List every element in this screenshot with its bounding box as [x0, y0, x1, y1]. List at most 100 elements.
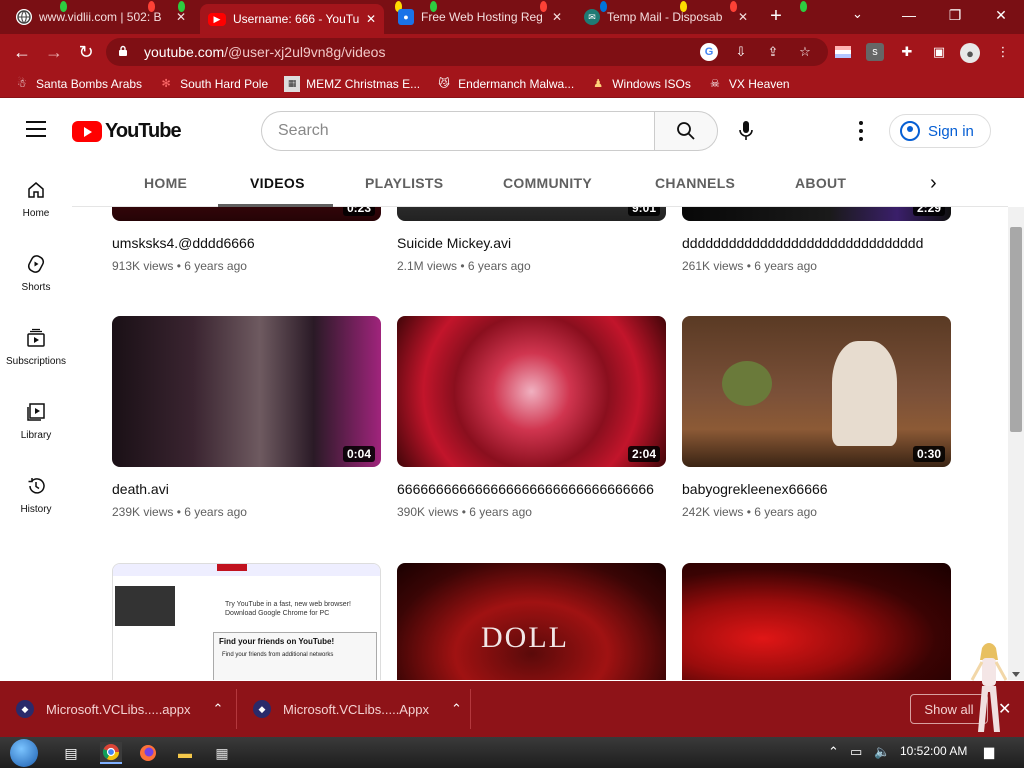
tab-playlists[interactable]: PLAYLISTS: [365, 175, 443, 191]
restore-button[interactable]: ❐: [932, 0, 978, 30]
video-card[interactable]: 0:30 babyogrekleenex66666 242K views • 6…: [682, 316, 951, 519]
video-title[interactable]: 666666666666666666666666666666666: [397, 481, 666, 497]
video-thumbnail[interactable]: 0:30: [682, 316, 951, 467]
browser-tab[interactable]: ✉ Temp Mail - Disposab ✕: [576, 4, 756, 30]
menu-icon[interactable]: [26, 121, 46, 137]
thumbnail-find-friends-sub: Find your friends from additional networ…: [222, 652, 334, 658]
video-card[interactable]: 0:04 death.avi 239K views • 6 years ago: [112, 316, 381, 519]
voice-search-button[interactable]: [732, 111, 760, 151]
desktop-mascot-figure: [970, 643, 1008, 732]
notifications-icon[interactable]: ▆: [984, 744, 994, 760]
bookmark-item[interactable]: ♟ Windows ISOs: [590, 76, 691, 92]
tab-channels[interactable]: CHANNELS: [655, 175, 735, 191]
video-thumbnail[interactable]: 2:29: [682, 207, 951, 221]
video-card[interactable]: 2:04 666666666666666666666666666666666 3…: [397, 316, 666, 519]
tab-close-icon[interactable]: ✕: [366, 12, 376, 26]
bookmark-item[interactable]: ✻ South Hard Pole: [158, 76, 268, 92]
new-tab-button[interactable]: +: [765, 6, 787, 26]
show-hidden-icons-icon[interactable]: ⌃: [828, 744, 839, 760]
taskbar-clock[interactable]: 10:52:00 AM: [900, 744, 967, 758]
address-bar[interactable]: youtube.com/@user-xj2ul9vn8g/videos G ⇩ …: [106, 38, 828, 66]
chevron-up-icon[interactable]: ⌃: [451, 701, 462, 717]
settings-kebab-icon[interactable]: [858, 121, 864, 141]
chevron-right-icon[interactable]: ›: [930, 172, 937, 195]
back-button[interactable]: ←: [10, 40, 34, 64]
profile-icon[interactable]: ●: [960, 43, 980, 63]
browser-tab[interactable]: ● Free Web Hosting Reg ✕: [390, 4, 570, 30]
video-thumbnail[interactable]: Try YouTube in a fast, new web browser! …: [112, 563, 381, 680]
video-title[interactable]: Suicide Mickey.avi: [397, 235, 666, 251]
video-title[interactable]: umsksks4.@dddd6666: [112, 235, 381, 251]
file-explorer-icon[interactable]: ▬: [174, 742, 196, 764]
sidebar-item-subscriptions[interactable]: Subscriptions: [0, 310, 72, 384]
chrome-taskbar-icon[interactable]: [100, 742, 122, 764]
download-item[interactable]: ◆ Microsoft.VCLibs.....appx ⌃: [0, 681, 236, 737]
side-panel-icon[interactable]: ▣: [930, 43, 948, 61]
download-item[interactable]: ◆ Microsoft.VCLibs.....Appx ⌃: [237, 681, 471, 737]
browser-tab[interactable]: www.vidlii.com | 502: B ✕: [8, 4, 194, 30]
bookmark-item[interactable]: ☃ Santa Bombs Arabs: [14, 76, 142, 92]
google-lens-icon[interactable]: G: [700, 43, 718, 61]
network-icon[interactable]: ▭: [850, 744, 862, 760]
video-card[interactable]: 9:01 Suicide Mickey.avi 2.1M views • 6 y…: [397, 207, 666, 273]
minimize-button[interactable]: —: [886, 0, 932, 30]
search-input[interactable]: [278, 122, 655, 140]
chevron-up-icon[interactable]: ⌃: [213, 701, 224, 717]
reload-button[interactable]: ↻: [74, 40, 98, 64]
sidebar-item-history[interactable]: History: [0, 458, 72, 532]
video-card[interactable]: [682, 563, 951, 680]
bookmark-star-icon[interactable]: ☆: [796, 43, 814, 61]
close-window-button[interactable]: ✕: [978, 0, 1024, 30]
extensions-puzzle-icon[interactable]: ✚: [898, 43, 916, 61]
video-title[interactable]: ddddddddddddddddddddddddddddddd: [682, 235, 951, 251]
bookmark-item[interactable]: ☠ VX Heaven: [707, 76, 790, 92]
extension-flag-icon[interactable]: [834, 43, 852, 61]
scrollbar-thumb[interactable]: [1010, 227, 1022, 432]
video-title[interactable]: death.avi: [112, 481, 381, 497]
forward-button[interactable]: →: [42, 40, 66, 64]
sign-in-label: Sign in: [928, 122, 974, 140]
tab-videos[interactable]: VIDEOS: [250, 175, 305, 191]
install-app-icon[interactable]: ⇩: [732, 43, 750, 61]
tab-close-icon[interactable]: ✕: [552, 10, 562, 24]
search-button[interactable]: [654, 111, 718, 151]
start-button[interactable]: [10, 739, 38, 767]
youtube-logo[interactable]: YouTube: [72, 120, 182, 143]
media-player-icon[interactable]: ▦: [211, 742, 233, 764]
video-card[interactable]: DOLL: [397, 563, 666, 680]
sidebar-item-home[interactable]: Home: [0, 162, 72, 236]
firefox-taskbar-icon[interactable]: [137, 742, 159, 764]
video-card[interactable]: 2:29 ddddddddddddddddddddddddddddddd 261…: [682, 207, 951, 273]
browser-tab-active[interactable]: ▶ Username: 666 - YouTube ✕: [200, 4, 384, 34]
download-bar: ◆ Microsoft.VCLibs.....appx ⌃ ◆ Microsof…: [0, 681, 1024, 737]
video-thumbnail[interactable]: 0:23: [112, 207, 381, 221]
video-thumbnail[interactable]: DOLL: [397, 563, 666, 680]
extension-s-icon[interactable]: s: [866, 43, 884, 61]
tab-search-icon[interactable]: ⌄: [852, 6, 863, 22]
browser-menu-icon[interactable]: ⋮: [994, 43, 1012, 61]
scroll-down-arrow-icon[interactable]: [1012, 672, 1020, 677]
video-thumbnail[interactable]: [682, 563, 951, 680]
video-thumbnail[interactable]: 0:04: [112, 316, 381, 467]
share-icon[interactable]: ⇪: [764, 43, 782, 61]
sign-in-button[interactable]: Sign in: [889, 114, 991, 148]
tab-community[interactable]: COMMUNITY: [503, 175, 592, 191]
tab-close-icon[interactable]: ✕: [176, 10, 186, 24]
tab-about[interactable]: ABOUT: [795, 175, 846, 191]
video-thumbnail[interactable]: 2:04: [397, 316, 666, 467]
video-card[interactable]: 0:23 umsksks4.@dddd6666 913K views • 6 y…: [112, 207, 381, 273]
tab-home[interactable]: HOME: [144, 175, 187, 191]
sidebar-item-library[interactable]: Library: [0, 384, 72, 458]
bookmark-item[interactable]: 😼 Endermanch Malwa...: [436, 76, 574, 92]
video-title[interactable]: babyogrekleenex66666: [682, 481, 951, 497]
task-view-icon[interactable]: ▤: [60, 742, 82, 764]
bookmark-item[interactable]: ▦ MEMZ Christmas E...: [284, 75, 420, 92]
page-scrollbar[interactable]: [1008, 207, 1024, 680]
video-thumbnail[interactable]: 9:01: [397, 207, 666, 221]
volume-icon[interactable]: 🔈: [874, 744, 890, 760]
video-duration: 2:29: [912, 207, 945, 216]
video-views: 242K views: [682, 505, 744, 519]
sidebar-item-shorts[interactable]: Shorts: [0, 236, 72, 310]
tab-close-icon[interactable]: ✕: [738, 10, 748, 24]
video-card[interactable]: Try YouTube in a fast, new web browser! …: [112, 563, 381, 680]
